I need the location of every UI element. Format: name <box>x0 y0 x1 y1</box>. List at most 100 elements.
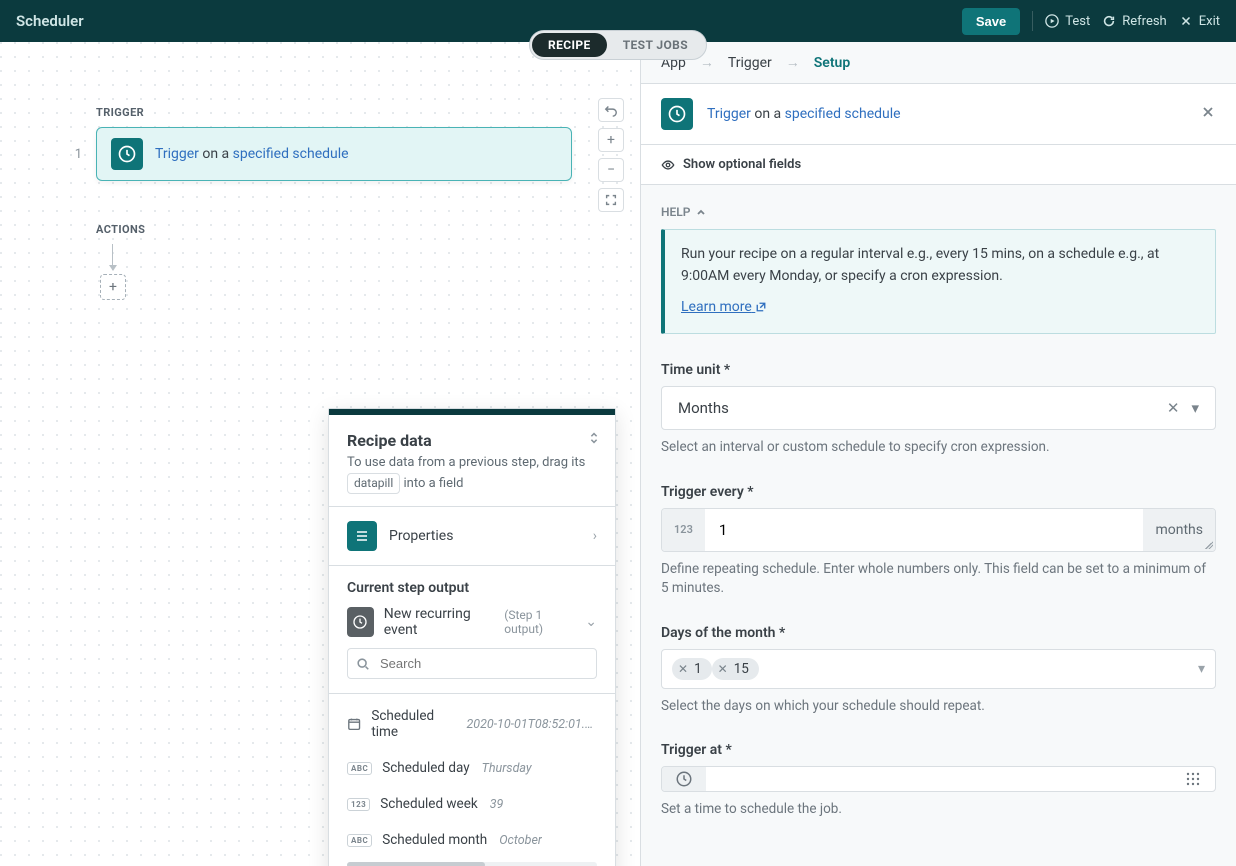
play-icon <box>1045 14 1059 28</box>
exit-button[interactable]: Exit <box>1179 14 1220 29</box>
crumb-trigger[interactable]: Trigger <box>728 55 772 71</box>
trigger-at-input[interactable] <box>706 767 1171 791</box>
chevron-down-icon: ▾ <box>1198 661 1205 677</box>
fit-button[interactable] <box>598 188 624 212</box>
clock-icon <box>661 98 693 130</box>
arrow-icon: → <box>786 54 800 71</box>
crumb-setup: Setup <box>814 55 850 71</box>
chip: ✕1 <box>672 658 712 680</box>
item-value: 2020-10-01T08:52:01.711+ <box>466 717 597 732</box>
type-badge: 123 <box>347 798 370 811</box>
chip-label: 1 <box>694 661 702 677</box>
time-unit-select[interactable]: Months ✕ ▾ <box>661 386 1216 430</box>
help-toggle[interactable]: HELP <box>661 205 1216 219</box>
close-icon <box>1179 14 1193 28</box>
undo-icon <box>604 103 618 117</box>
recipe-data-sub: To use data from a previous step, drag i… <box>347 454 597 494</box>
type-badge: ABC <box>347 762 372 775</box>
learn-more-link[interactable]: Learn more <box>681 299 767 315</box>
expand-collapse-button[interactable] <box>587 431 601 449</box>
eye-icon <box>661 158 675 172</box>
type-badge: ABC <box>347 834 372 847</box>
help-text: Run your recipe on a regular interval e.… <box>681 244 1199 287</box>
close-panel-button[interactable] <box>1200 104 1216 124</box>
list-item[interactable]: 123Scheduled week39 <box>329 786 615 822</box>
search-box[interactable] <box>347 648 597 679</box>
trigger-text: Trigger on a specified schedule <box>155 146 349 162</box>
undo-button[interactable] <box>598 98 624 122</box>
zoom-out-button[interactable]: − <box>598 158 624 182</box>
calendar-icon <box>347 716 361 732</box>
trigger-at-label: Trigger at * <box>661 742 1216 758</box>
event-title: New recurring event <box>384 606 495 638</box>
add-action-button[interactable]: + <box>100 274 126 300</box>
show-optional-fields[interactable]: Show optional fields <box>641 145 1236 185</box>
remove-chip-button[interactable]: ✕ <box>678 662 688 676</box>
view-tabs: RECIPE TEST JOBS <box>529 30 707 60</box>
tab-test-jobs[interactable]: TEST JOBS <box>607 33 704 57</box>
search-input[interactable] <box>378 655 588 672</box>
fit-icon <box>604 193 618 207</box>
actions-section-label: ACTIONS <box>96 223 572 236</box>
divider <box>1032 11 1033 31</box>
item-label: Scheduled day <box>382 760 469 776</box>
help-box: Run your recipe on a regular interval e.… <box>661 229 1216 334</box>
time-unit-value: Months <box>678 399 729 417</box>
trigger-every-hint: Define repeating schedule. Enter whole n… <box>661 560 1216 599</box>
exit-label: Exit <box>1199 14 1220 29</box>
clock-icon <box>662 767 706 791</box>
trigger-every-input[interactable] <box>705 509 1144 551</box>
item-label: Scheduled time <box>371 708 454 740</box>
recipe-data-panel: Recipe data To use data from a previous … <box>328 408 616 866</box>
chip: ✕ 15 <box>712 658 759 680</box>
trigger-every-label: Trigger every * <box>661 484 1216 500</box>
clock-icon <box>347 607 374 637</box>
chevron-down-icon: ⌄ <box>585 614 597 630</box>
time-unit-label: Time unit * <box>661 362 1216 378</box>
close-icon <box>1200 104 1216 120</box>
properties-label: Properties <box>389 528 453 544</box>
current-step-output-label: Current step output <box>347 580 597 596</box>
chip-label: 15 <box>734 661 749 677</box>
trigger-at-hint: Set a time to schedule the job. <box>661 800 1216 820</box>
item-value: October <box>499 833 542 848</box>
properties-icon <box>347 521 377 551</box>
list-item[interactable]: ABC Scheduled month October <box>329 822 615 858</box>
resize-handle[interactable] <box>1205 541 1213 549</box>
grid-picker-button[interactable] <box>1171 767 1215 791</box>
list-item[interactable]: ABC Scheduled day Thursday <box>329 750 615 786</box>
tab-recipe[interactable]: RECIPE <box>532 33 607 57</box>
trigger-card[interactable]: Trigger on a specified schedule <box>96 127 572 181</box>
save-button[interactable]: Save <box>962 8 1020 35</box>
remove-chip-button[interactable]: ✕ <box>718 662 728 676</box>
grid-icon <box>1185 771 1201 787</box>
arrow-icon: → <box>700 54 714 71</box>
app-title: Scheduler <box>16 12 84 30</box>
clock-icon <box>111 138 143 170</box>
external-link-icon <box>755 301 767 313</box>
chevron-right-icon: › <box>593 528 597 544</box>
list-item[interactable]: Scheduled time 2020-10-01T08:52:01.711+ <box>329 698 615 750</box>
test-label: Test <box>1065 14 1090 29</box>
item-value: Thursday <box>482 761 532 776</box>
item-label: Scheduled month <box>382 832 487 848</box>
trigger-every-input-group: 123 months <box>661 508 1216 552</box>
datapill-chip: datapill <box>347 473 400 494</box>
refresh-button[interactable]: Refresh <box>1102 14 1166 29</box>
horizontal-scrollbar[interactable] <box>347 862 597 866</box>
step-number: 1 <box>72 147 82 162</box>
search-icon <box>356 657 370 671</box>
clear-button[interactable]: ✕ <box>1159 399 1188 417</box>
time-unit-hint: Select an interval or custom schedule to… <box>661 438 1216 458</box>
days-of-month-select[interactable]: ✕1✕15 ▾ <box>661 649 1216 689</box>
panel-title-text: Trigger on a specified schedule <box>707 106 901 122</box>
trigger-section-label: TRIGGER <box>96 106 572 119</box>
refresh-label: Refresh <box>1122 14 1166 29</box>
optional-label: Show optional fields <box>683 157 801 172</box>
step-output-row[interactable]: New recurring event (Step 1 output) ⌄ <box>347 606 597 638</box>
item-label: Scheduled week <box>380 796 477 812</box>
chevron-down-icon: ▾ <box>1187 399 1203 417</box>
test-button[interactable]: Test <box>1045 14 1090 29</box>
zoom-in-button[interactable]: + <box>598 128 624 152</box>
properties-row[interactable]: Properties › <box>347 521 597 551</box>
